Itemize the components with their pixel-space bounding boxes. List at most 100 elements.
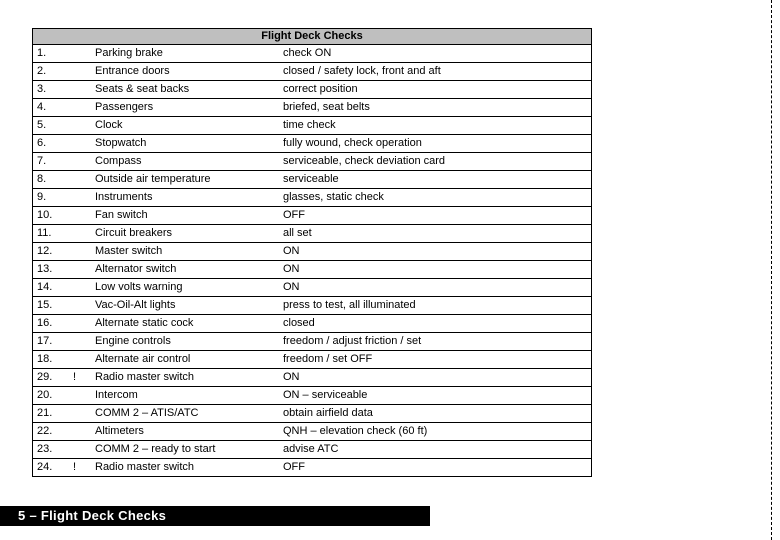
row-mark bbox=[69, 297, 91, 315]
row-mark bbox=[69, 153, 91, 171]
row-item: Passengers bbox=[91, 99, 279, 117]
table-row: 4. Passengersbriefed, seat belts bbox=[33, 99, 592, 117]
table-row: 8.Outside air temperatureserviceable bbox=[33, 171, 592, 189]
row-action: freedom / set OFF bbox=[279, 351, 592, 369]
row-number: 13. bbox=[33, 261, 70, 279]
checklist-table: Flight Deck Checks 1.Parking brakecheck … bbox=[32, 28, 592, 477]
row-number: 11. bbox=[33, 225, 70, 243]
row-item: Alternate air control bbox=[91, 351, 279, 369]
table-row: 20. IntercomON – serviceable bbox=[33, 387, 592, 405]
row-action: briefed, seat belts bbox=[279, 99, 592, 117]
row-item: Alternate static cock bbox=[91, 315, 279, 333]
table-row: 23.COMM 2 – ready to startadvise ATC bbox=[33, 441, 592, 459]
row-number: 16. bbox=[33, 315, 70, 333]
footer-text: 5 – Flight Deck Checks bbox=[0, 506, 430, 523]
row-mark bbox=[69, 99, 91, 117]
row-number: 9. bbox=[33, 189, 70, 207]
row-number: 6. bbox=[33, 135, 70, 153]
row-action: ON bbox=[279, 369, 592, 387]
row-action: ON bbox=[279, 261, 592, 279]
row-mark: ! bbox=[69, 369, 91, 387]
row-action: correct position bbox=[279, 81, 592, 99]
row-item: Vac-Oil-Alt lights bbox=[91, 297, 279, 315]
row-number: 20. bbox=[33, 387, 70, 405]
row-number: 23. bbox=[33, 441, 70, 459]
row-item: Stopwatch bbox=[91, 135, 279, 153]
row-action: closed bbox=[279, 315, 592, 333]
row-action: time check bbox=[279, 117, 592, 135]
row-number: 10. bbox=[33, 207, 70, 225]
page: Flight Deck Checks 1.Parking brakecheck … bbox=[0, 0, 780, 540]
row-mark bbox=[69, 45, 91, 63]
row-action: ON – serviceable bbox=[279, 387, 592, 405]
row-number: 24. bbox=[33, 459, 70, 477]
row-number: 1. bbox=[33, 45, 70, 63]
row-mark bbox=[69, 189, 91, 207]
row-item: Radio master switch bbox=[91, 459, 279, 477]
row-action: serviceable bbox=[279, 171, 592, 189]
row-number: 29. bbox=[33, 369, 70, 387]
page-footer: 5 – Flight Deck Checks bbox=[0, 506, 430, 526]
table-row: 1. Parking brakecheck ON bbox=[33, 45, 592, 63]
row-item: Radio master switch bbox=[91, 369, 279, 387]
row-action: serviceable, check deviation card bbox=[279, 153, 592, 171]
table-row: 21.COMM 2 – ATIS/ATCobtain airfield data bbox=[33, 405, 592, 423]
row-action: check ON bbox=[279, 45, 592, 63]
table-row: 5.Clocktime check bbox=[33, 117, 592, 135]
row-mark bbox=[69, 207, 91, 225]
table-row: 12.Master switchON bbox=[33, 243, 592, 261]
page-edge-rule bbox=[771, 0, 772, 540]
row-mark bbox=[69, 243, 91, 261]
table-row: 18.Alternate air controlfreedom / set OF… bbox=[33, 351, 592, 369]
row-mark: ! bbox=[69, 459, 91, 477]
row-number: 5. bbox=[33, 117, 70, 135]
row-action: freedom / adjust friction / set bbox=[279, 333, 592, 351]
row-action: ON bbox=[279, 243, 592, 261]
row-action: glasses, static check bbox=[279, 189, 592, 207]
row-mark bbox=[69, 423, 91, 441]
row-action: QNH – elevation check (60 ft) bbox=[279, 423, 592, 441]
row-number: 2. bbox=[33, 63, 70, 81]
table-row: 22.AltimetersQNH – elevation check (60 f… bbox=[33, 423, 592, 441]
row-action: obtain airfield data bbox=[279, 405, 592, 423]
row-mark bbox=[69, 135, 91, 153]
table-row: 16. Alternate static cockclosed bbox=[33, 315, 592, 333]
row-mark bbox=[69, 117, 91, 135]
table-row: 29.!Radio master switchON bbox=[33, 369, 592, 387]
table-row: 24.!Radio master switchOFF bbox=[33, 459, 592, 477]
row-item: Intercom bbox=[91, 387, 279, 405]
row-action: OFF bbox=[279, 459, 592, 477]
row-item: Parking brake bbox=[91, 45, 279, 63]
row-item: Circuit breakers bbox=[91, 225, 279, 243]
row-mark bbox=[69, 315, 91, 333]
row-item: Alternator switch bbox=[91, 261, 279, 279]
row-number: 15. bbox=[33, 297, 70, 315]
row-mark bbox=[69, 333, 91, 351]
row-number: 4. bbox=[33, 99, 70, 117]
row-action: advise ATC bbox=[279, 441, 592, 459]
row-number: 17. bbox=[33, 333, 70, 351]
row-action: ON bbox=[279, 279, 592, 297]
row-item: Engine controls bbox=[91, 333, 279, 351]
row-number: 21. bbox=[33, 405, 70, 423]
row-mark bbox=[69, 171, 91, 189]
row-number: 8. bbox=[33, 171, 70, 189]
table-row: 6. Stopwatchfully wound, check operation bbox=[33, 135, 592, 153]
table-row: 10.Fan switchOFF bbox=[33, 207, 592, 225]
row-item: Low volts warning bbox=[91, 279, 279, 297]
row-number: 3. bbox=[33, 81, 70, 99]
row-action: fully wound, check operation bbox=[279, 135, 592, 153]
table-row: 9.Instrumentsglasses, static check bbox=[33, 189, 592, 207]
row-item: Compass bbox=[91, 153, 279, 171]
table-row: 15.Vac-Oil-Alt lightspress to test, all … bbox=[33, 297, 592, 315]
row-mark bbox=[69, 81, 91, 99]
table-row: 13. Alternator switchON bbox=[33, 261, 592, 279]
row-number: 7. bbox=[33, 153, 70, 171]
row-number: 14. bbox=[33, 279, 70, 297]
row-item: Master switch bbox=[91, 243, 279, 261]
table-row: 7. Compassserviceable, check deviation ca… bbox=[33, 153, 592, 171]
row-item: Fan switch bbox=[91, 207, 279, 225]
table-row: 3.Seats & seat backscorrect position bbox=[33, 81, 592, 99]
table-row: 2.Entrance doorsclosed / safety lock, fr… bbox=[33, 63, 592, 81]
row-mark bbox=[69, 351, 91, 369]
